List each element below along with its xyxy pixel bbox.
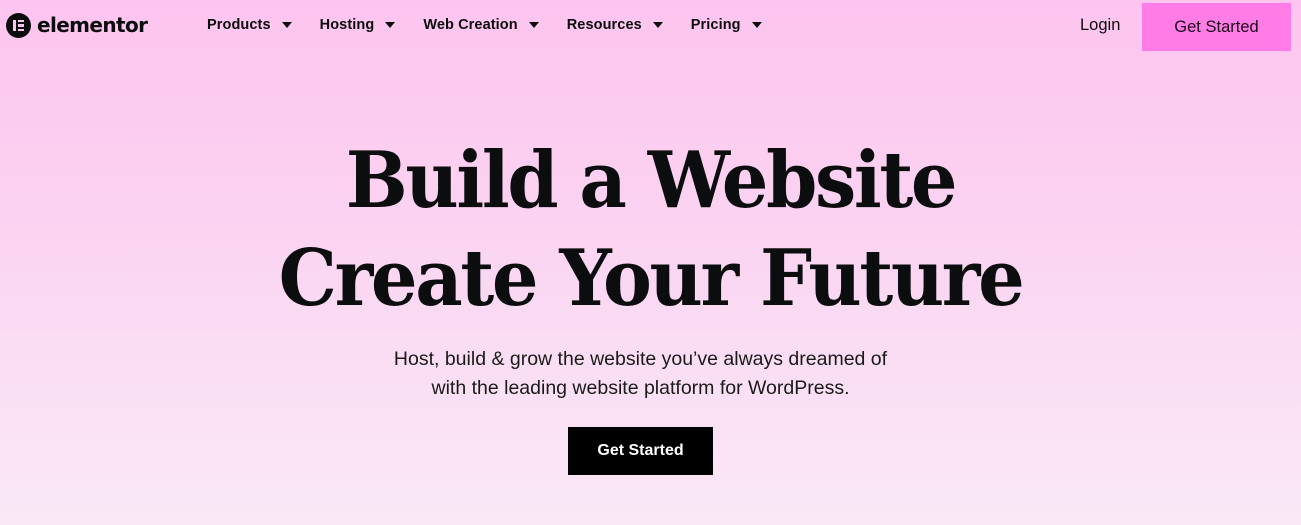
hero-subtitle: Host, build & grow the website you’ve al… [0, 345, 1281, 402]
nav-item-pricing[interactable]: Pricing [691, 17, 762, 33]
hero-subtitle-line: Host, build & grow the website you’ve al… [393, 348, 888, 370]
logo-text: elementor [37, 13, 148, 37]
nav-item-label: Pricing [690, 17, 741, 33]
caret-down-icon [385, 22, 396, 28]
hero-title-line: Create Your Future [278, 233, 1025, 324]
hero-title-line: Build a Website [345, 135, 958, 226]
nav-item-label: Products [207, 17, 271, 33]
caret-down-icon [281, 22, 292, 28]
nav-item-web-creation[interactable]: Web Creation [423, 17, 539, 33]
elementor-logo-icon [6, 13, 31, 38]
nav-item-label: Web Creation [423, 17, 518, 33]
site-header: elementor Products Hosting Web Creation … [0, 0, 1301, 52]
main-nav: Products Hosting Web Creation Resources … [207, 17, 790, 33]
login-link[interactable]: Login [1080, 16, 1120, 35]
caret-down-icon [528, 22, 539, 28]
header-get-started-button[interactable]: Get Started [1142, 3, 1291, 51]
nav-item-products[interactable]: Products [207, 17, 292, 33]
hero-get-started-button[interactable]: Get Started [568, 427, 713, 475]
nav-item-label: Resources [566, 17, 642, 33]
hero-title: Build a Website Create Your Future [39, 132, 1262, 328]
caret-down-icon [652, 22, 663, 28]
caret-down-icon [751, 22, 762, 28]
nav-item-hosting[interactable]: Hosting [320, 17, 396, 33]
nav-item-label: Hosting [319, 17, 375, 33]
hero-subtitle-line: with the leading website platform for Wo… [431, 376, 850, 399]
nav-item-resources[interactable]: Resources [567, 17, 663, 33]
elementor-logo[interactable]: elementor [6, 13, 148, 38]
